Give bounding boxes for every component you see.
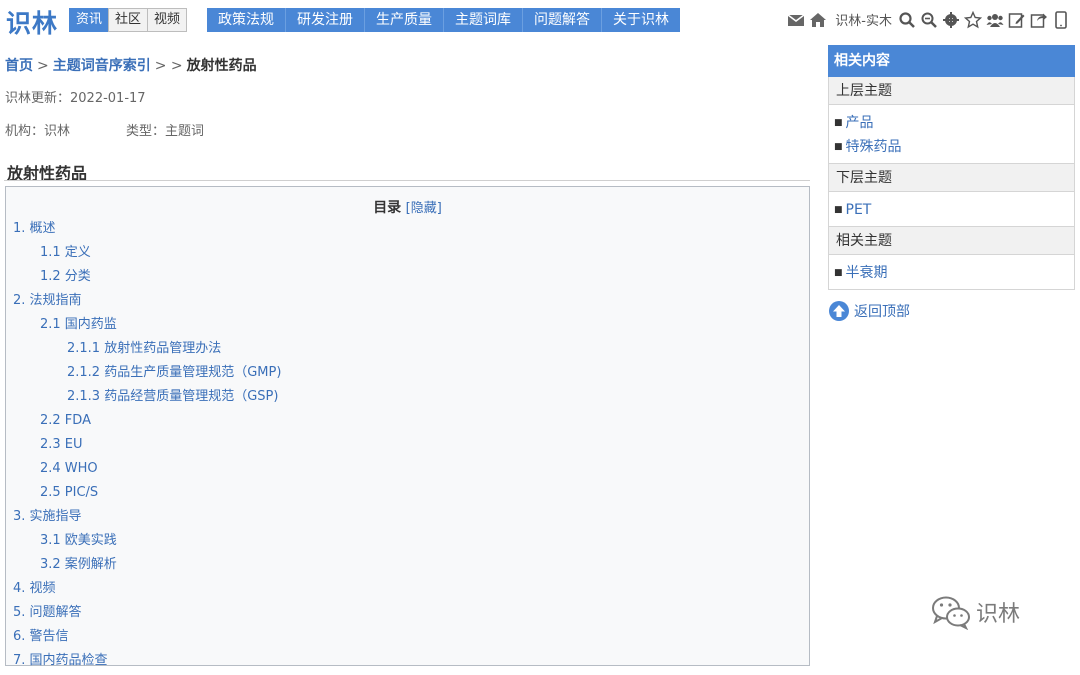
sidebar-list-parent: ■ 产品 ■ 特殊药品 (828, 105, 1075, 164)
sidebar-section-related: 相关主题 (828, 227, 1075, 255)
toc-item[interactable]: 3.1 欧美实践 (13, 531, 281, 555)
nav-production-quality[interactable]: 生产质量 (365, 8, 444, 32)
breadcrumb-index[interactable]: 主题词音序索引 (53, 58, 151, 74)
toc-item[interactable]: 1.1 定义 (13, 243, 281, 267)
nav-about[interactable]: 关于识林 (602, 8, 680, 32)
toc-item[interactable]: 2.2 FDA (13, 411, 281, 435)
back-to-top-link[interactable]: 返回顶部 (828, 300, 910, 322)
sidebar-section-parent: 上层主题 (828, 77, 1075, 105)
main-nav: 政策法规 研发注册 生产质量 主题词库 问题解答 关于识林 (207, 8, 680, 32)
update-date: 识林更新：2022-01-17 (5, 91, 146, 106)
bullet-icon: ■ (834, 142, 843, 152)
gear-icon[interactable] (942, 11, 960, 29)
toc-item[interactable]: 2.1.3 药品经营质量管理规范（GSP) (13, 387, 281, 411)
title-divider (4, 180, 810, 181)
toc-item[interactable]: 3.2 案例解析 (13, 555, 281, 579)
header-tools: 识林-实木 (783, 10, 1070, 29)
home-icon[interactable] (809, 11, 827, 29)
toc-item[interactable]: 1.2 分类 (13, 267, 281, 291)
toc-item[interactable]: 4. 视频 (13, 579, 281, 603)
toc-item[interactable]: 2.1 国内药监 (13, 315, 281, 339)
bullet-icon: ■ (834, 118, 843, 128)
nav-qa[interactable]: 问题解答 (523, 8, 602, 32)
toc-item[interactable]: 1. 概述 (13, 219, 281, 243)
sidebar-item[interactable]: ■ 半衰期 (834, 261, 1074, 285)
meta-type: 类型：主题词 (126, 124, 205, 139)
tab-community[interactable]: 社区 (108, 8, 149, 32)
tab-news[interactable]: 资讯 (69, 8, 110, 32)
toc-item[interactable]: 5. 问题解答 (13, 603, 281, 627)
toc-item[interactable]: 2.3 EU (13, 435, 281, 459)
sidebar-list-child: ■ PET (828, 192, 1075, 227)
breadcrumb: 首页 > 主题词音序索引 > > 放射性药品 (5, 55, 257, 75)
mobile-icon[interactable] (1052, 10, 1070, 29)
related-sidebar: 相关内容 上层主题 ■ 产品 ■ 特殊药品 下层主题 ■ PET 相关主题 ■ 半衰期 (828, 45, 1075, 290)
meta-row: 机构：识林 类型：主题词 (5, 120, 260, 139)
nav-rd-registration[interactable]: 研发注册 (286, 8, 365, 32)
breadcrumb-current: 放射性药品 (186, 58, 257, 74)
toc-item[interactable]: 7. 国内药品检查 (13, 651, 281, 675)
arrow-up-circle-icon (829, 301, 849, 321)
group-icon[interactable] (986, 11, 1004, 29)
toc-item[interactable]: 2.1.1 放射性药品管理办法 (13, 339, 281, 363)
mail-icon[interactable] (787, 11, 805, 29)
nav-topic-library[interactable]: 主题词库 (444, 8, 523, 32)
toc-item[interactable]: 6. 警告信 (13, 627, 281, 651)
star-icon[interactable] (964, 10, 982, 29)
toc-item[interactable]: 2.5 PIC/S (13, 483, 281, 507)
zoom-icon[interactable] (920, 11, 938, 29)
breadcrumb-home[interactable]: 首页 (5, 58, 33, 74)
tab-video[interactable]: 视频 (147, 8, 188, 32)
breadcrumb-separator: > > (154, 58, 183, 74)
sidebar-item[interactable]: ■ 特殊药品 (834, 135, 1074, 159)
toc-title: 目录 (373, 200, 402, 216)
toc-list: 1. 概述 1.1 定义 1.2 分类 2. 法规指南 2.1 国内药监 2.1… (13, 219, 281, 675)
channel-tabs: 资讯 社区 视频 (69, 8, 188, 32)
bullet-icon: ■ (834, 205, 843, 215)
sidebar-item[interactable]: ■ PET (834, 198, 1074, 222)
sidebar-title: 相关内容 (828, 45, 1075, 77)
site-logo[interactable]: 识林 (6, 4, 58, 40)
sidebar-item[interactable]: ■ 产品 (834, 111, 1074, 135)
sidebar-section-child: 下层主题 (828, 164, 1075, 192)
back-to-top-label: 返回顶部 (854, 304, 910, 320)
edit-icon[interactable] (1008, 11, 1026, 29)
watermark-text: 识林 (976, 602, 1021, 627)
search-icon[interactable] (898, 11, 916, 29)
toc-hide-toggle[interactable]: [隐藏] (406, 201, 442, 216)
sidebar-item-label[interactable]: 产品 (846, 115, 874, 131)
meta-org: 机构：识林 (5, 124, 71, 139)
toc-item[interactable]: 2. 法规指南 (13, 291, 281, 315)
table-of-contents: 目录 [隐藏] 1. 概述 1.1 定义 1.2 分类 2. 法规指南 2.1 … (5, 186, 810, 668)
toc-item[interactable]: 3. 实施指导 (13, 507, 281, 531)
wechat-watermark: 识林 (930, 594, 1020, 630)
nav-policy[interactable]: 政策法规 (207, 8, 286, 32)
top-header: 识林 资讯 社区 视频 政策法规 研发注册 生产质量 主题词库 问题解答 关于识… (0, 0, 1080, 42)
sidebar-item-label[interactable]: PET (846, 202, 872, 218)
toc-item[interactable]: 2.1.2 药品生产质量管理规范（GMP) (13, 363, 281, 387)
wechat-icon (932, 596, 970, 630)
sidebar-item-label[interactable]: 半衰期 (846, 265, 888, 281)
sidebar-item-label[interactable]: 特殊药品 (846, 139, 902, 155)
bullet-icon: ■ (834, 268, 843, 278)
sidebar-list-related: ■ 半衰期 (828, 255, 1075, 290)
breadcrumb-separator: > (37, 58, 49, 74)
share-icon[interactable] (1030, 11, 1048, 29)
toc-item[interactable]: 2.4 WHO (13, 459, 281, 483)
user-name[interactable]: 识林-实木 (835, 10, 892, 29)
toc-header: 目录 [隐藏] (6, 187, 809, 217)
